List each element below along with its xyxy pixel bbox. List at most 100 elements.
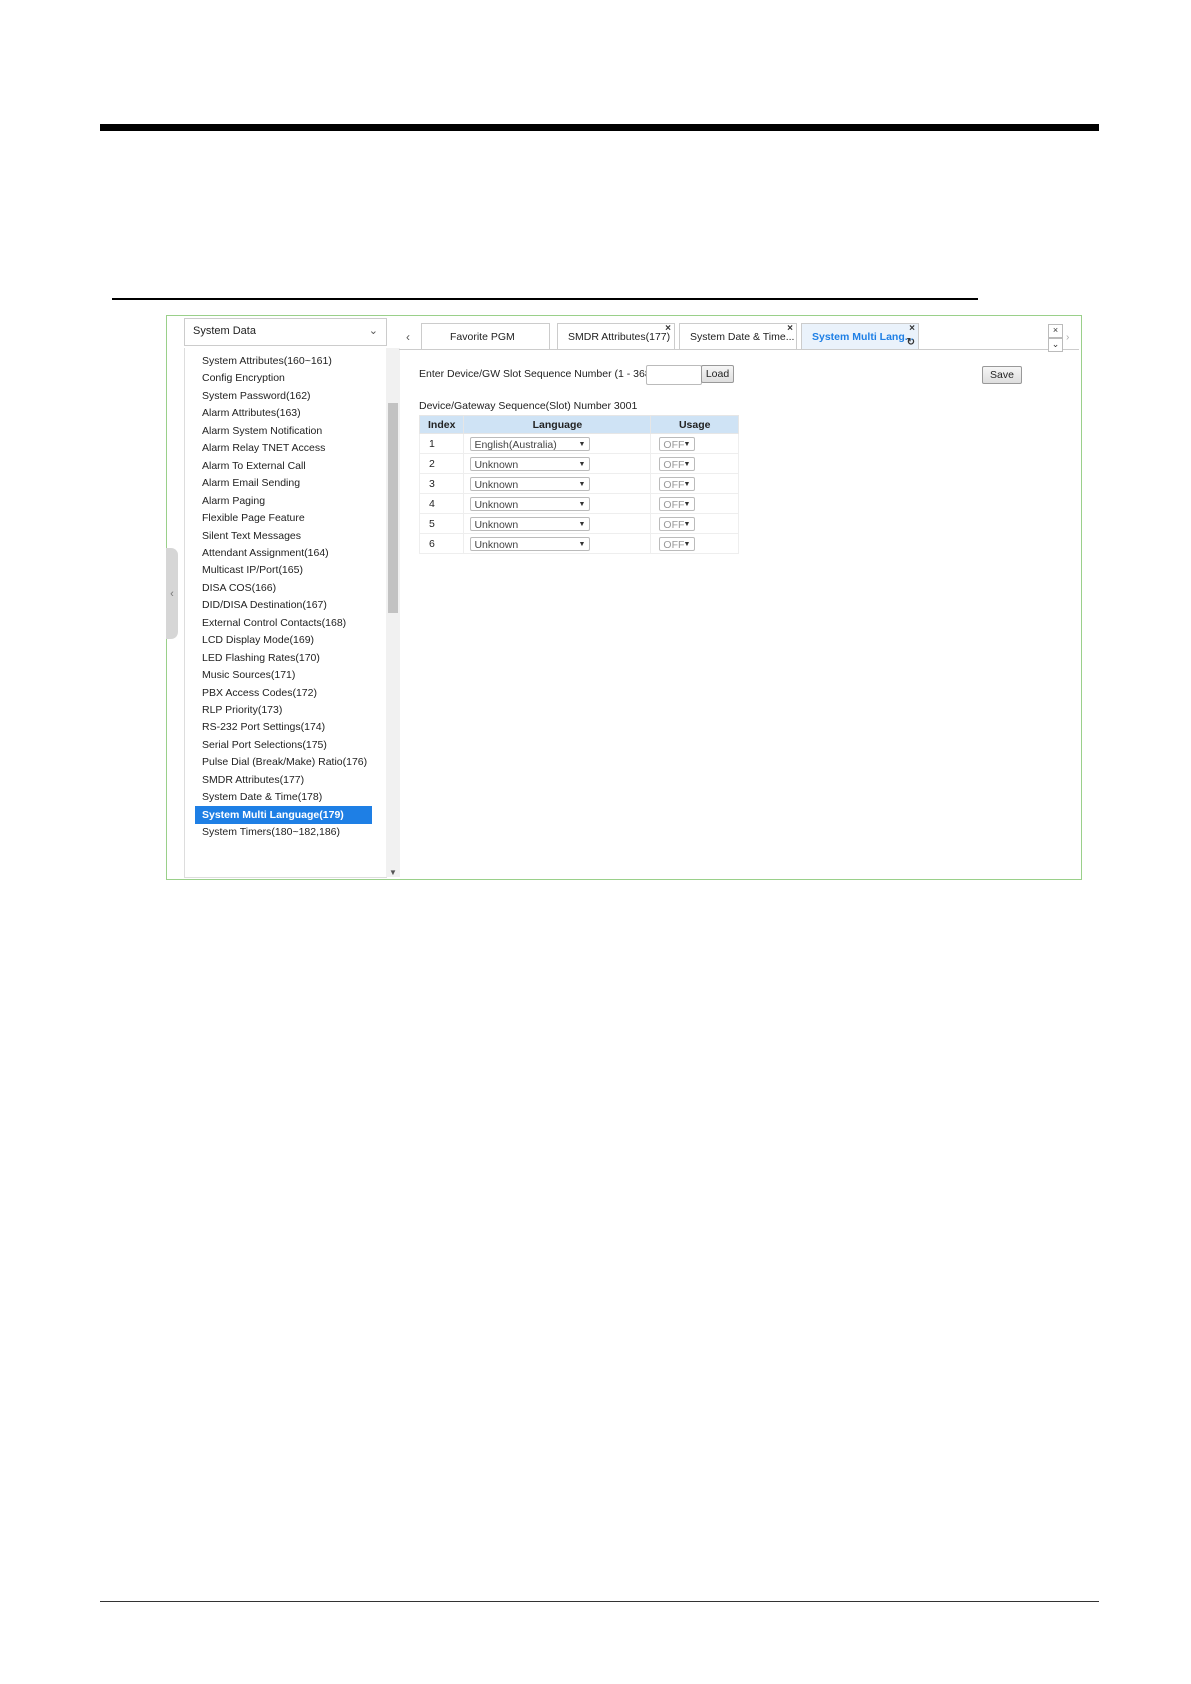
- language-value: Unknown: [474, 538, 519, 551]
- sidebar-item[interactable]: RLP Priority(173): [195, 701, 372, 719]
- sidebar-item[interactable]: Multicast IP/Port(165): [195, 561, 372, 579]
- sidebar-item[interactable]: Attendant Assignment(164): [195, 544, 372, 562]
- usage-select[interactable]: OFF ▼: [659, 476, 696, 491]
- column-header-index: Index: [418, 415, 465, 434]
- table-header-row: Index Language Usage: [418, 415, 739, 434]
- language-cell: Unknown ▼: [463, 513, 652, 534]
- table-row: 5 Unknown ▼ OFF ▼: [418, 513, 739, 534]
- dropdown-arrow-icon: ▼: [578, 480, 586, 488]
- sidebar-item[interactable]: System Timers(180~182,186): [195, 823, 372, 841]
- sidebar-item[interactable]: RS-232 Port Settings(174): [195, 718, 372, 736]
- language-value: Unknown: [474, 498, 519, 511]
- table-row: 4 Unknown ▼ OFF ▼: [418, 493, 739, 514]
- column-header-language: Language: [463, 415, 652, 434]
- sidebar-item[interactable]: Alarm Email Sending: [195, 474, 372, 492]
- sidebar-item[interactable]: System Attributes(160~161): [195, 352, 372, 370]
- row-index: 2: [418, 453, 465, 474]
- language-value: Unknown: [474, 478, 519, 491]
- usage-select[interactable]: OFF ▼: [659, 436, 696, 451]
- usage-select[interactable]: OFF ▼: [659, 496, 696, 511]
- sidebar-scrollbar[interactable]: ▼: [386, 348, 400, 877]
- sidebar-item[interactable]: LED Flashing Rates(170): [195, 649, 372, 667]
- tab-smdr-attributes[interactable]: SMDR Attributes(177) ×: [557, 323, 675, 349]
- sidebar-item[interactable]: DISA COS(166): [195, 579, 372, 597]
- column-header-usage: Usage: [650, 415, 739, 434]
- sidebar-item[interactable]: Serial Port Selections(175): [195, 736, 372, 754]
- language-select[interactable]: Unknown ▼: [470, 496, 591, 511]
- dropdown-arrow-icon: ▼: [578, 440, 586, 448]
- usage-select[interactable]: OFF ▼: [659, 536, 696, 551]
- tab-list-dropdown-icon[interactable]: ⌄: [1048, 338, 1063, 352]
- sidebar-item[interactable]: System Multi Language(179): [195, 805, 372, 824]
- scroll-down-icon[interactable]: ▼: [389, 868, 397, 877]
- slot-number-input[interactable]: [646, 365, 702, 385]
- sidebar-item[interactable]: SMDR Attributes(177): [195, 771, 372, 789]
- close-icon[interactable]: ×: [665, 316, 671, 342]
- language-value: English(Australia): [474, 438, 557, 451]
- sidebar-item[interactable]: Silent Text Messages: [195, 527, 372, 545]
- sidebar-item[interactable]: Config Encryption: [195, 369, 372, 387]
- close-icon[interactable]: ×: [787, 316, 793, 342]
- scrollbar-thumb[interactable]: [388, 403, 398, 613]
- tab-prev-icon[interactable]: ‹: [406, 330, 410, 344]
- table-row: 3 Unknown ▼ OFF ▼: [418, 473, 739, 494]
- dropdown-arrow-icon: ▼: [683, 440, 691, 448]
- sidebar-item[interactable]: Alarm System Notification: [195, 422, 372, 440]
- dropdown-arrow-icon: ▼: [578, 500, 586, 508]
- language-cell: Unknown ▼: [463, 533, 652, 554]
- refresh-icon[interactable]: ↻: [907, 330, 915, 356]
- chevron-left-icon: ‹: [170, 587, 174, 600]
- sidebar-item[interactable]: System Date & Time(178): [195, 788, 372, 806]
- table-row: 2 Unknown ▼ OFF ▼: [418, 453, 739, 474]
- dropdown-arrow-icon: ▼: [578, 520, 586, 528]
- tab-system-multi-language[interactable]: System Multi Lang... × ↻: [801, 323, 919, 349]
- tab-favorite-pgm[interactable]: Favorite PGM: [421, 323, 550, 349]
- sidebar-item[interactable]: Pulse Dial (Break/Make) Ratio(176): [195, 753, 372, 771]
- dropdown-arrow-icon: ▼: [683, 460, 691, 468]
- sidebar-item[interactable]: Alarm To External Call: [195, 457, 372, 475]
- language-table: Index Language Usage 1 English(Australia)…: [418, 415, 739, 554]
- sidebar-title: System Data: [193, 325, 256, 337]
- row-index: 1: [418, 433, 465, 454]
- language-select[interactable]: Unknown ▼: [470, 516, 591, 531]
- tab-label: System Date & Time...: [690, 331, 795, 343]
- language-select[interactable]: Unknown ▼: [470, 536, 591, 551]
- language-select[interactable]: English(Australia) ▼: [470, 436, 591, 451]
- tab-next-icon[interactable]: ›: [1066, 332, 1069, 343]
- sidebar-item[interactable]: LCD Display Mode(169): [195, 631, 372, 649]
- language-select[interactable]: Unknown ▼: [470, 476, 591, 491]
- sidebar-dropdown[interactable]: System Data ⌄: [184, 318, 387, 346]
- save-button[interactable]: Save: [982, 366, 1022, 384]
- sidebar-item[interactable]: Alarm Relay TNET Access: [195, 439, 372, 457]
- sidebar-item[interactable]: PBX Access Codes(172): [195, 684, 372, 702]
- load-button[interactable]: Load: [701, 365, 734, 383]
- language-cell: English(Australia) ▼: [463, 433, 652, 454]
- usage-cell: OFF ▼: [650, 533, 739, 554]
- sidebar-item[interactable]: Flexible Page Feature: [195, 509, 372, 527]
- sidebar-item[interactable]: Music Sources(171): [195, 666, 372, 684]
- usage-value: OFF: [663, 438, 685, 451]
- usage-cell: OFF ▼: [650, 433, 739, 454]
- usage-value: OFF: [663, 498, 685, 511]
- bottom-rule: [100, 1601, 1099, 1602]
- row-index: 5: [418, 513, 465, 534]
- sidebar-collapse-handle[interactable]: ‹: [166, 548, 178, 639]
- row-index: 3: [418, 473, 465, 494]
- usage-cell: OFF ▼: [650, 453, 739, 474]
- sidebar-item[interactable]: Alarm Attributes(163): [195, 404, 372, 422]
- usage-select[interactable]: OFF ▼: [659, 516, 696, 531]
- sidebar-item[interactable]: External Control Contacts(168): [195, 614, 372, 632]
- dropdown-arrow-icon: ▼: [683, 500, 691, 508]
- sidebar-item[interactable]: System Password(162): [195, 387, 372, 405]
- tab-system-date-time[interactable]: System Date & Time... ×: [679, 323, 797, 349]
- usage-select[interactable]: OFF ▼: [659, 456, 696, 471]
- usage-value: OFF: [663, 458, 685, 471]
- dropdown-arrow-icon: ▼: [683, 480, 691, 488]
- table-row: 6 Unknown ▼ OFF ▼: [418, 533, 739, 554]
- sidebar-item[interactable]: Alarm Paging: [195, 492, 372, 510]
- sidebar-item[interactable]: DID/DISA Destination(167): [195, 596, 372, 614]
- language-cell: Unknown ▼: [463, 493, 652, 514]
- close-all-tabs-icon[interactable]: ×: [1048, 324, 1063, 338]
- language-select[interactable]: Unknown ▼: [470, 456, 591, 471]
- dropdown-arrow-icon: ▼: [578, 460, 586, 468]
